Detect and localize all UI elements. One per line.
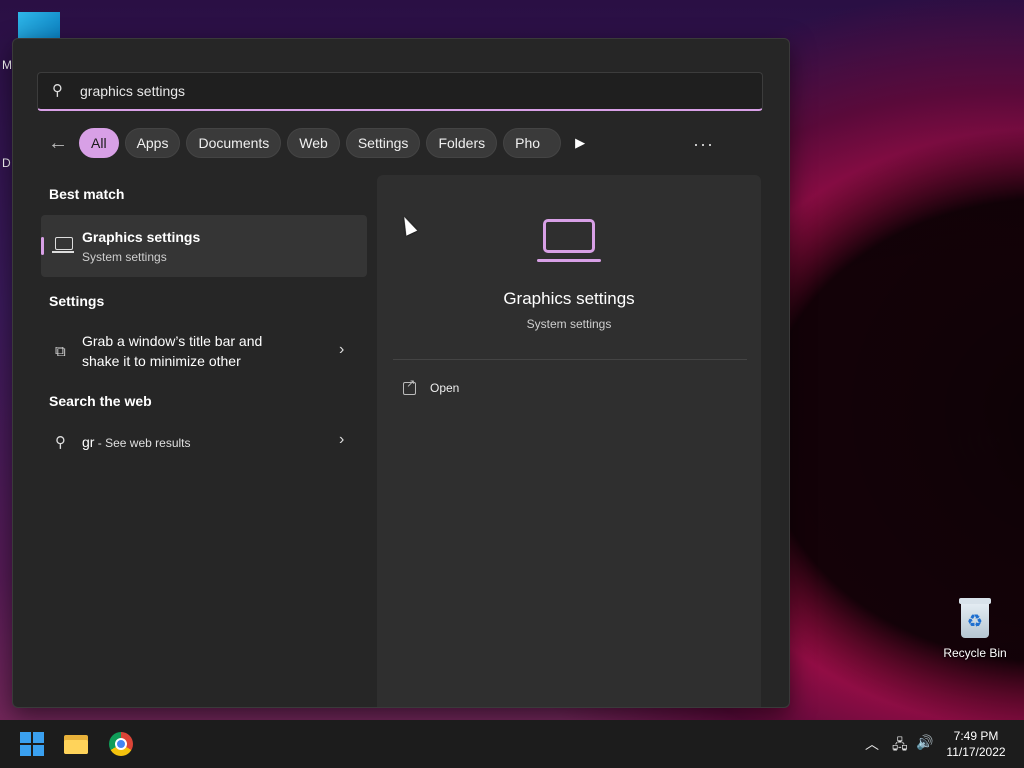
- search-box[interactable]: ⚲: [37, 72, 763, 111]
- preview-pane: Graphics settings System settings Open: [377, 175, 761, 707]
- settings-item-line1: Grab a window’s title bar and: [82, 333, 263, 349]
- desktop-label-fragment: M: [2, 58, 12, 72]
- divider: [393, 359, 747, 360]
- preview-subtitle: System settings: [526, 317, 612, 331]
- settings-result-item[interactable]: ⧉ Grab a window’s title bar and shake it…: [41, 325, 367, 377]
- search-icon: ⚲: [55, 434, 66, 451]
- web-query: gr: [82, 434, 95, 450]
- search-web-heading: Search the web: [49, 393, 152, 409]
- filter-settings[interactable]: Settings: [345, 128, 421, 158]
- search-input[interactable]: [78, 82, 682, 100]
- best-match-heading: Best match: [49, 186, 125, 202]
- laptop-icon: [55, 237, 73, 250]
- web-results-suffix: - See web results: [94, 436, 191, 450]
- filter-web[interactable]: Web: [287, 128, 340, 158]
- taskbar: ︿ 🖧 🔊 7:49 PM 11/17/2022: [0, 720, 1024, 768]
- filter-apps[interactable]: Apps: [124, 128, 181, 158]
- open-label: Open: [430, 381, 460, 395]
- chevron-right-icon: ›: [339, 341, 345, 358]
- best-match-title: Graphics settings: [82, 229, 201, 245]
- recycle-bin[interactable]: ♻ Recycle Bin: [941, 598, 1009, 660]
- volume-icon[interactable]: 🔊: [916, 734, 933, 751]
- clock[interactable]: 7:49 PM 11/17/2022: [940, 728, 1012, 760]
- back-arrow-icon[interactable]: ←: [43, 132, 73, 155]
- web-result-item[interactable]: ⚲ gr - See web results ›: [41, 425, 367, 457]
- filter-all[interactable]: All: [79, 128, 119, 158]
- filter-photos[interactable]: Pho: [503, 128, 562, 158]
- more-options-icon[interactable]: ···: [693, 134, 714, 155]
- clock-date: 11/17/2022: [946, 745, 1006, 759]
- start-windows-icon[interactable]: [20, 732, 44, 756]
- recycle-bin-icon: ♻: [958, 598, 992, 640]
- recycle-bin-label: Recycle Bin: [943, 646, 1007, 660]
- filter-bar: ← All Apps Documents Web Settings Folder…: [43, 127, 743, 159]
- search-panel: ⚲ ← All Apps Documents Web Settings Fold…: [12, 38, 790, 708]
- chrome-icon[interactable]: [109, 732, 133, 756]
- settings-heading: Settings: [49, 293, 105, 309]
- desktop-app-icon[interactable]: [18, 12, 60, 40]
- scroll-right-icon[interactable]: ▶: [575, 135, 595, 151]
- laptop-icon: [543, 219, 595, 253]
- search-icon: ⚲: [52, 82, 63, 99]
- chevron-up-icon[interactable]: ︿: [865, 734, 879, 754]
- best-match-subtitle: System settings: [82, 250, 167, 264]
- chevron-right-icon: ›: [339, 431, 345, 448]
- window-stack-icon: ⧉: [55, 343, 66, 360]
- preview-title: Graphics settings: [503, 289, 635, 308]
- open-action[interactable]: Open: [403, 377, 460, 395]
- settings-item-line2: shake it to minimize other: [82, 353, 241, 369]
- clock-time: 7:49 PM: [953, 729, 999, 743]
- selection-indicator: [41, 237, 44, 255]
- desktop-label-fragment: D: [2, 156, 11, 170]
- filter-folders[interactable]: Folders: [426, 128, 498, 158]
- filter-documents[interactable]: Documents: [186, 128, 282, 158]
- file-explorer-icon[interactable]: [64, 732, 88, 756]
- best-match-item[interactable]: Graphics settings System settings: [41, 215, 367, 277]
- network-icon[interactable]: 🖧: [892, 734, 908, 758]
- open-external-icon: [403, 377, 416, 395]
